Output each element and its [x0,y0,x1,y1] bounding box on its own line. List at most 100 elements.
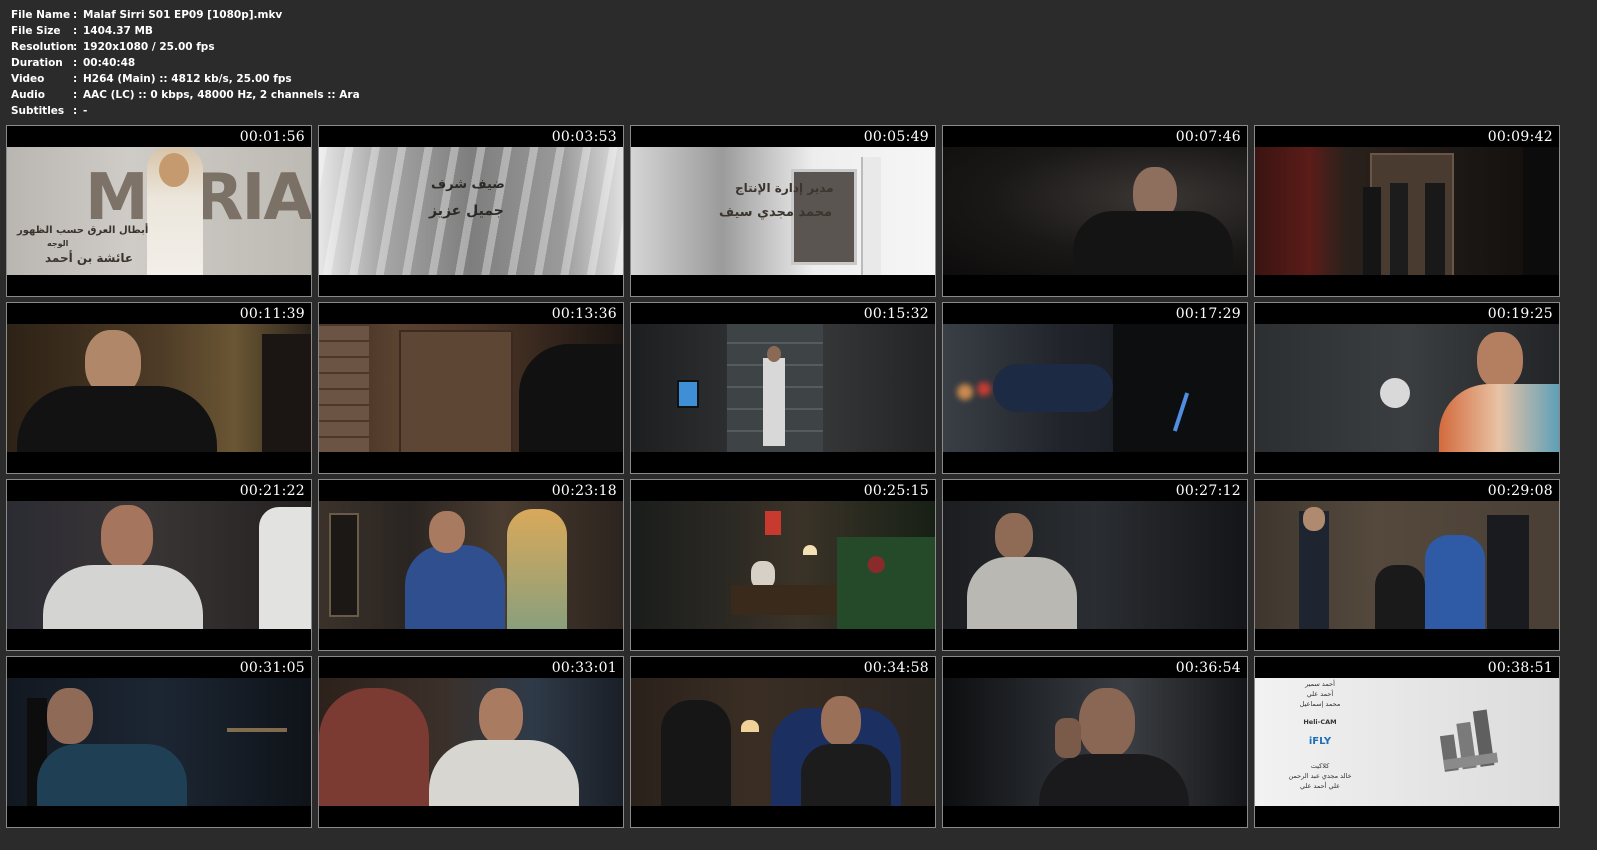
video-frame [943,324,1247,452]
person-shape [262,334,311,452]
person-shape [507,509,567,629]
thumbnail-timestamp: 00:07:46 [1175,129,1241,145]
video-frame [1255,147,1559,275]
credit-text: عائشة بن أحمد [45,251,134,265]
desk-shape [731,585,841,615]
thumbnail[interactable]: 00:01:56 MARIAM أبطال العرق حسب الظهور ا… [6,125,312,297]
info-separator: : [73,9,78,21]
thumbnail[interactable]: 00:05:49 مدير إدارة الإنتاج محمد مجدي سي… [630,125,936,297]
video-frame: أحمد سمير أحمد علي محمد إسماعيل Heli-CAM… [1255,678,1559,806]
info-label: Resolution [11,41,75,53]
credit-text: الوجه [47,239,69,248]
person-shape [1363,187,1381,275]
thumbnail[interactable]: 00:09:42 [1254,125,1560,297]
thumbnail-timestamp: 00:31:05 [239,660,305,676]
person-shape [1073,211,1233,275]
info-value: AAC (LC) :: 0 kbps, 48000 Hz, 2 channels… [83,89,360,101]
person-shape [43,565,203,629]
thumbnail-timestamp: 00:27:12 [1175,483,1241,499]
video-frame: ضيف شرف جميل عزيز [319,147,623,275]
thumbnail[interactable]: 00:27:12 [942,479,1248,651]
hand-shape [1055,718,1081,758]
logo-text: iFLY [1308,736,1332,747]
person-shape [1113,324,1247,452]
person-shape [319,688,429,806]
thumbnail[interactable]: 00:34:58 [630,656,936,828]
hand-shape [993,364,1113,412]
thumbnail[interactable]: 00:11:39 [6,302,312,474]
thumbnail[interactable]: 00:21:22 [6,479,312,651]
credit-text: أحمد علي [1306,690,1334,698]
video-frame [7,678,311,806]
screen-shape [677,380,699,408]
person-shape [1425,183,1445,275]
credit-text: كلاكيت [1310,762,1330,770]
thumbnail[interactable]: 00:38:51 أحمد سمير أحمد علي محمد إسماعيل… [1254,656,1560,828]
info-row-audio: Audio : AAC (LC) :: 0 kbps, 48000 Hz, 2 … [11,87,360,103]
person-shape [1439,384,1559,452]
face-shape [101,505,153,569]
info-row-duration: Duration : 00:40:48 [11,55,360,71]
thumbnail[interactable]: 00:29:08 [1254,479,1560,651]
info-separator: : [73,89,78,101]
video-frame [7,501,311,629]
credit-text: Heli-CAM [1303,718,1337,726]
thumbnail-timestamp: 00:13:36 [551,306,617,322]
thumbnail[interactable]: 00:07:46 [942,125,1248,297]
thumbnail[interactable]: 00:36:54 [942,656,1248,828]
person-shape [37,744,187,806]
video-frame: MARIAM أبطال العرق حسب الظهور الوجه عائش… [7,147,311,275]
thumbnail[interactable]: 00:33:01 [318,656,624,828]
thumbnail-timestamp: 00:25:15 [863,483,929,499]
video-frame: مدير إدارة الإنتاج محمد مجدي سيف [631,147,935,275]
bokeh-light [977,382,991,396]
thumbnail[interactable]: 00:03:53 ضيف شرف جميل عزيز [318,125,624,297]
info-row-filename: File Name : Malaf Sirri S01 EP09 [1080p]… [11,7,360,23]
video-frame [631,501,935,629]
thumbnail[interactable]: 00:15:32 [630,302,936,474]
video-frame [631,324,935,452]
contact-sheet: File Name : Malaf Sirri S01 EP09 [1080p]… [0,0,1597,850]
thumbnail[interactable]: 00:23:18 [318,479,624,651]
thumbnail-timestamp: 00:34:58 [863,660,929,676]
person-shape [1487,515,1529,629]
door-shape [399,330,513,452]
thumbnail[interactable]: 00:31:05 [6,656,312,828]
thumbnail[interactable]: 00:19:25 [1254,302,1560,474]
person-shape [763,358,785,446]
video-frame [631,678,935,806]
credit-text: ضيف شرف [431,177,505,192]
person-shape [1425,535,1485,629]
credit-text: محمد مجدي سيف [719,205,833,220]
credit-text: أحمد سمير [1305,680,1335,688]
thumbnail-timestamp: 00:03:53 [551,129,617,145]
person-shape [1390,183,1408,275]
face-shape [1079,688,1135,758]
info-label: Duration [11,57,63,69]
thumbnail-timestamp: 00:29:08 [1487,483,1553,499]
person-shape [1523,147,1559,275]
face-shape [821,696,861,746]
person-shape [405,545,505,629]
face-shape [159,153,189,187]
lamp-shape [803,545,817,555]
credits-block: أحمد سمير أحمد علي محمد إسماعيل Heli-CAM… [1255,678,1385,806]
person-shape [519,344,623,452]
video-frame [943,501,1247,629]
info-label: Subtitles [11,105,65,117]
thumbnail[interactable]: 00:17:29 [942,302,1248,474]
video-frame [1255,324,1559,452]
info-separator: : [73,105,78,117]
info-value: 1920x1080 / 25.00 fps [83,41,215,53]
person-shape [259,507,311,629]
thumbnail[interactable]: 00:25:15 [630,479,936,651]
thumbnail[interactable]: 00:13:36 [318,302,624,474]
thumbnail-timestamp: 00:23:18 [551,483,617,499]
info-label: File Name [11,9,71,21]
face-shape [1477,332,1523,388]
info-value: 1404.37 MB [83,25,153,37]
plants-shape [837,537,935,629]
city-lights [227,728,287,732]
show-logo [1437,708,1505,776]
person-shape [17,386,217,452]
